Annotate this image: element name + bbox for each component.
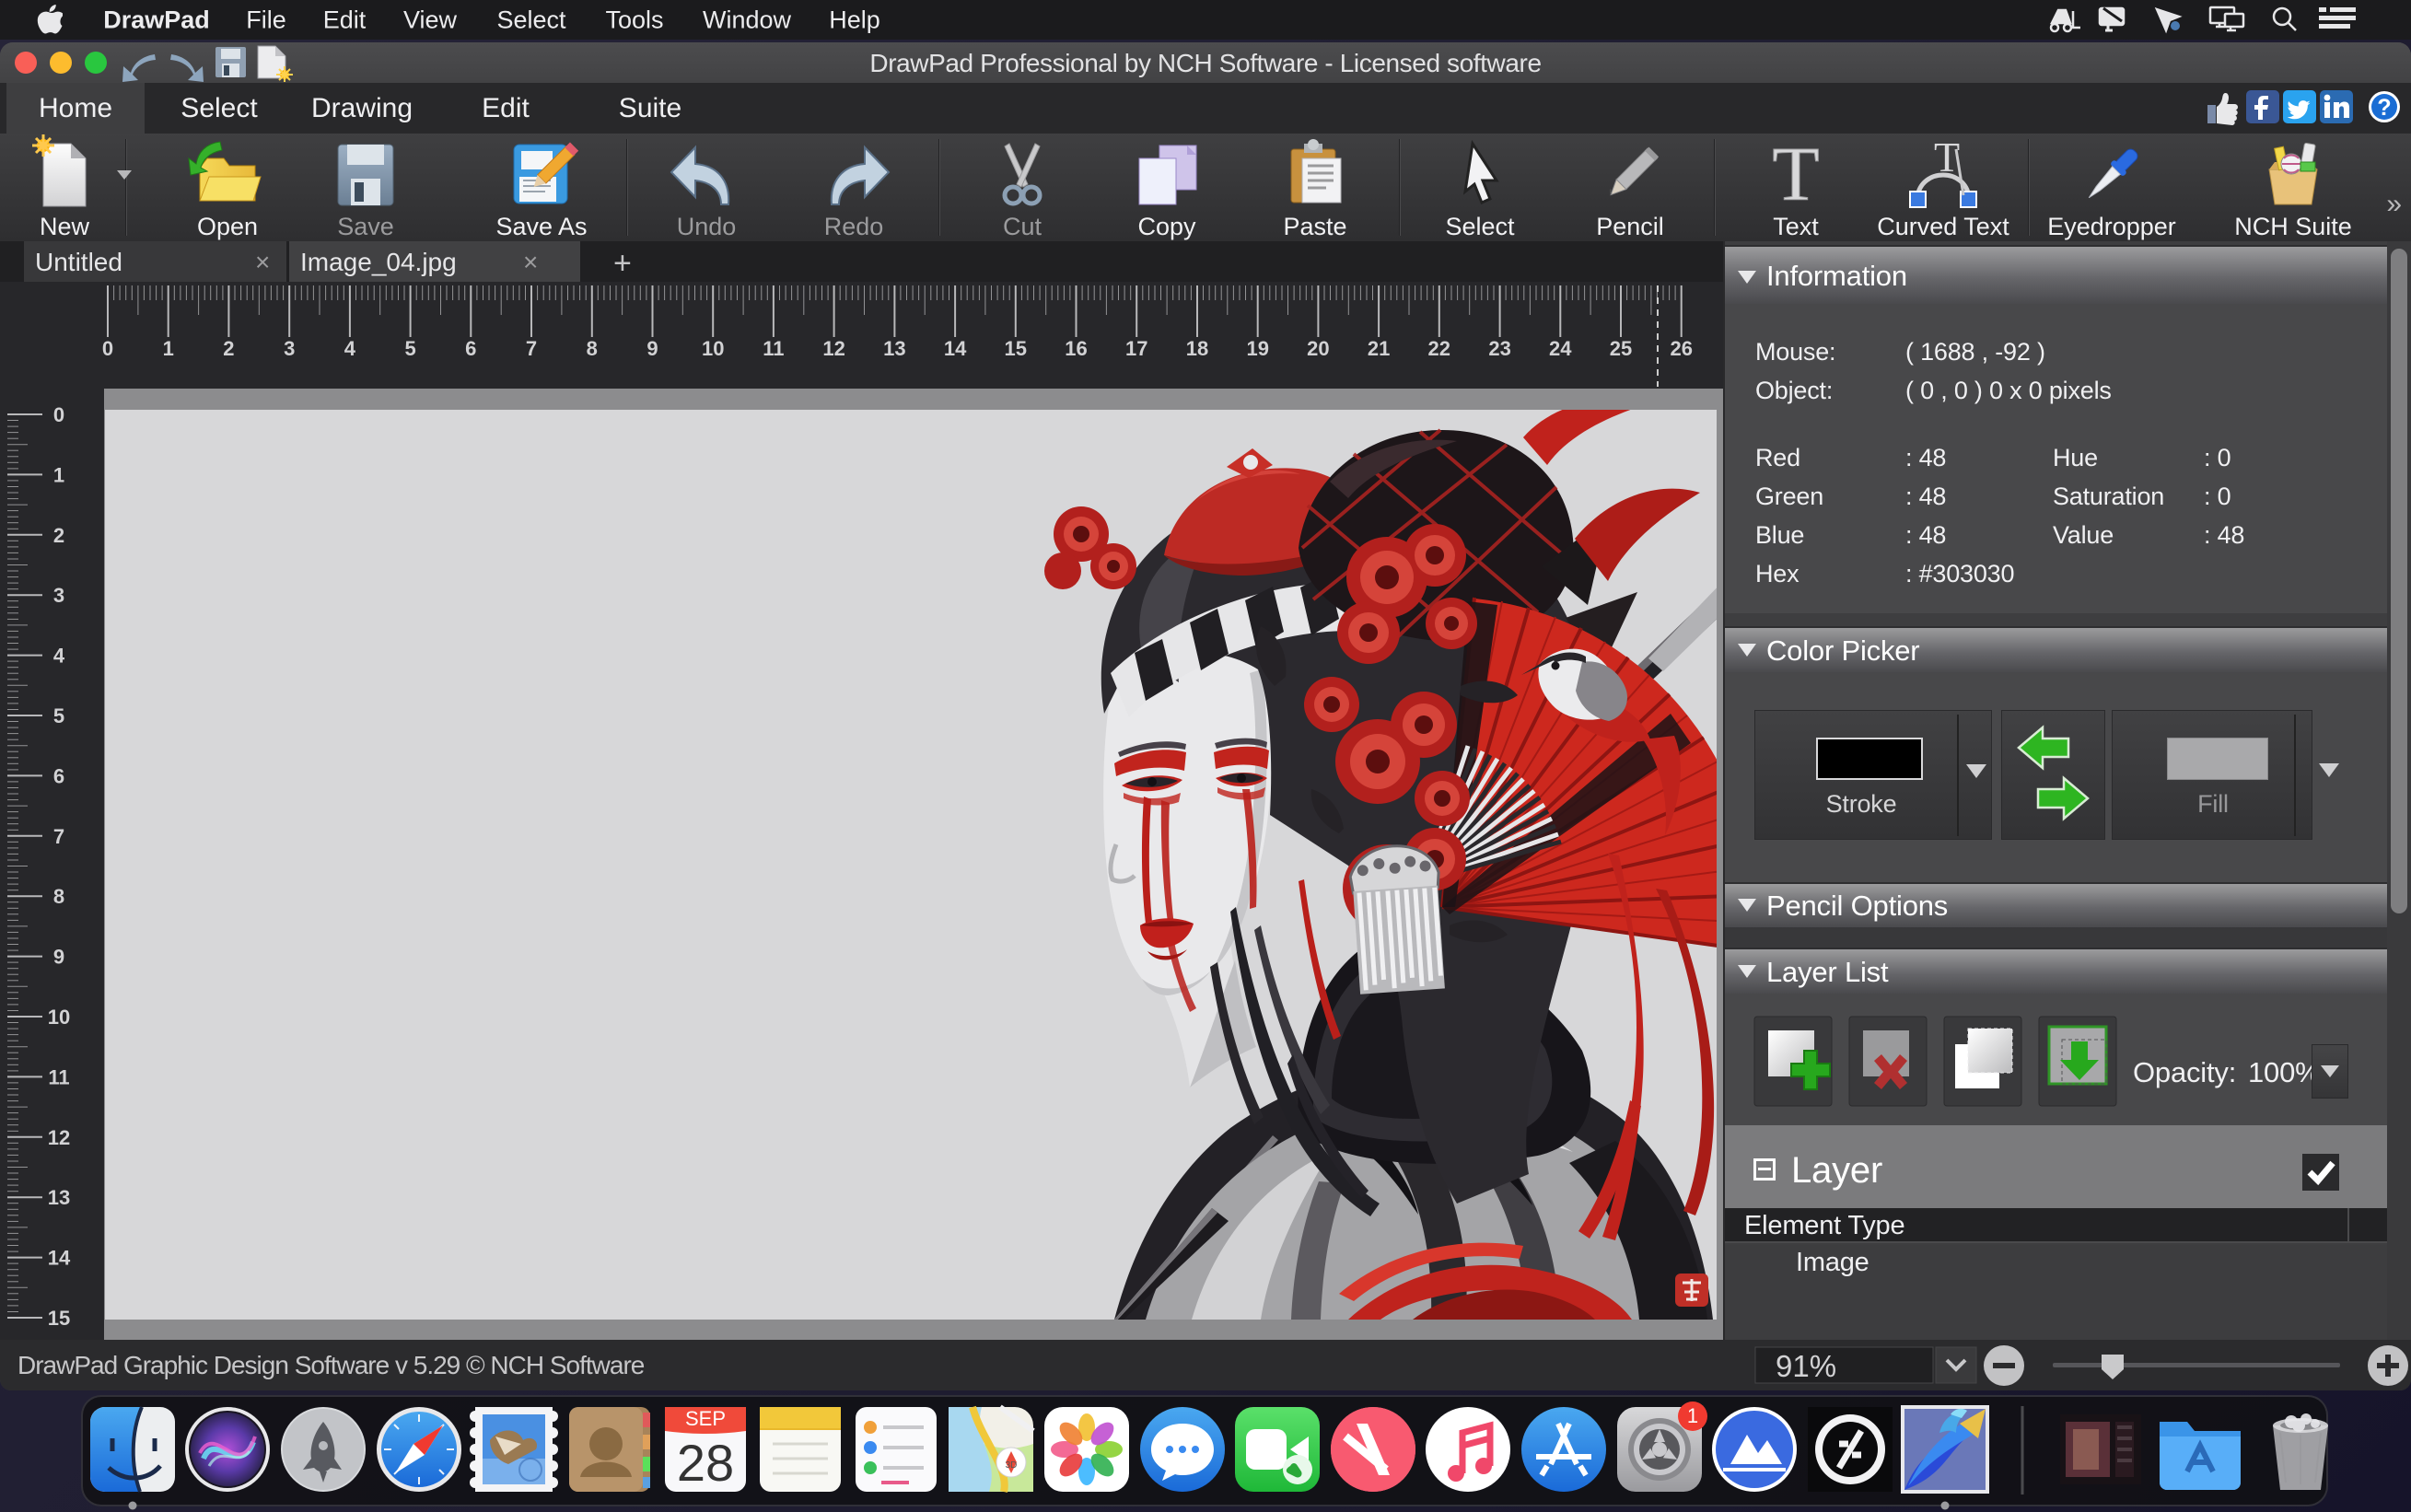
- svg-text:16: 16: [1065, 337, 1087, 360]
- svg-text:15: 15: [1005, 337, 1027, 360]
- svg-text:91%: 91%: [1776, 1349, 1836, 1383]
- svg-text:5: 5: [404, 337, 415, 360]
- svg-text:5: 5: [53, 704, 64, 727]
- svg-text:14: 14: [48, 1247, 71, 1270]
- svg-text:3: 3: [284, 337, 295, 360]
- svg-text:2: 2: [53, 524, 64, 547]
- svg-text:24: 24: [1549, 337, 1572, 360]
- svg-text:7: 7: [53, 825, 64, 848]
- svg-text:26: 26: [1670, 337, 1692, 360]
- svg-text:8: 8: [53, 885, 64, 908]
- svg-text:1: 1: [53, 463, 64, 486]
- svg-text:11: 11: [48, 1065, 69, 1088]
- svg-text:T: T: [1772, 134, 1819, 217]
- svg-text:15: 15: [48, 1307, 70, 1330]
- svg-text:4: 4: [53, 645, 65, 668]
- svg-text:9: 9: [646, 337, 658, 360]
- svg-text:7: 7: [526, 337, 537, 360]
- svg-text:28: 28: [677, 1434, 734, 1492]
- svg-text:18: 18: [1186, 337, 1208, 360]
- svg-text:12: 12: [48, 1126, 70, 1149]
- svg-text:8: 8: [587, 337, 598, 360]
- svg-text:23: 23: [1488, 337, 1510, 360]
- svg-text:25: 25: [1610, 337, 1632, 360]
- svg-text:12: 12: [822, 337, 844, 360]
- svg-text:10: 10: [702, 337, 724, 360]
- svg-text:22: 22: [1428, 337, 1450, 360]
- svg-text:4: 4: [344, 337, 356, 360]
- svg-text:0: 0: [53, 403, 64, 426]
- svg-text:T: T: [1934, 134, 1960, 180]
- svg-text:?: ?: [2377, 95, 2391, 121]
- svg-text:SEP: SEP: [685, 1407, 726, 1430]
- svg-text:14: 14: [944, 337, 967, 360]
- svg-text:11: 11: [763, 337, 784, 360]
- svg-text:19: 19: [1246, 337, 1268, 360]
- svg-text:20: 20: [1307, 337, 1329, 360]
- svg-text:1: 1: [163, 337, 174, 360]
- svg-text:1: 1: [1687, 1404, 1698, 1427]
- svg-text:0: 0: [102, 337, 113, 360]
- svg-text:21: 21: [1368, 337, 1390, 360]
- svg-text:2: 2: [223, 337, 234, 360]
- svg-text:13: 13: [883, 337, 905, 360]
- svg-text:17: 17: [1125, 337, 1147, 360]
- svg-text:9: 9: [53, 946, 64, 969]
- svg-text:10: 10: [48, 1006, 70, 1029]
- svg-text:3: 3: [53, 584, 64, 607]
- svg-text:3D: 3D: [1006, 1460, 1018, 1471]
- svg-text:6: 6: [465, 337, 476, 360]
- svg-text:6: 6: [53, 764, 64, 787]
- svg-text:13: 13: [48, 1186, 70, 1209]
